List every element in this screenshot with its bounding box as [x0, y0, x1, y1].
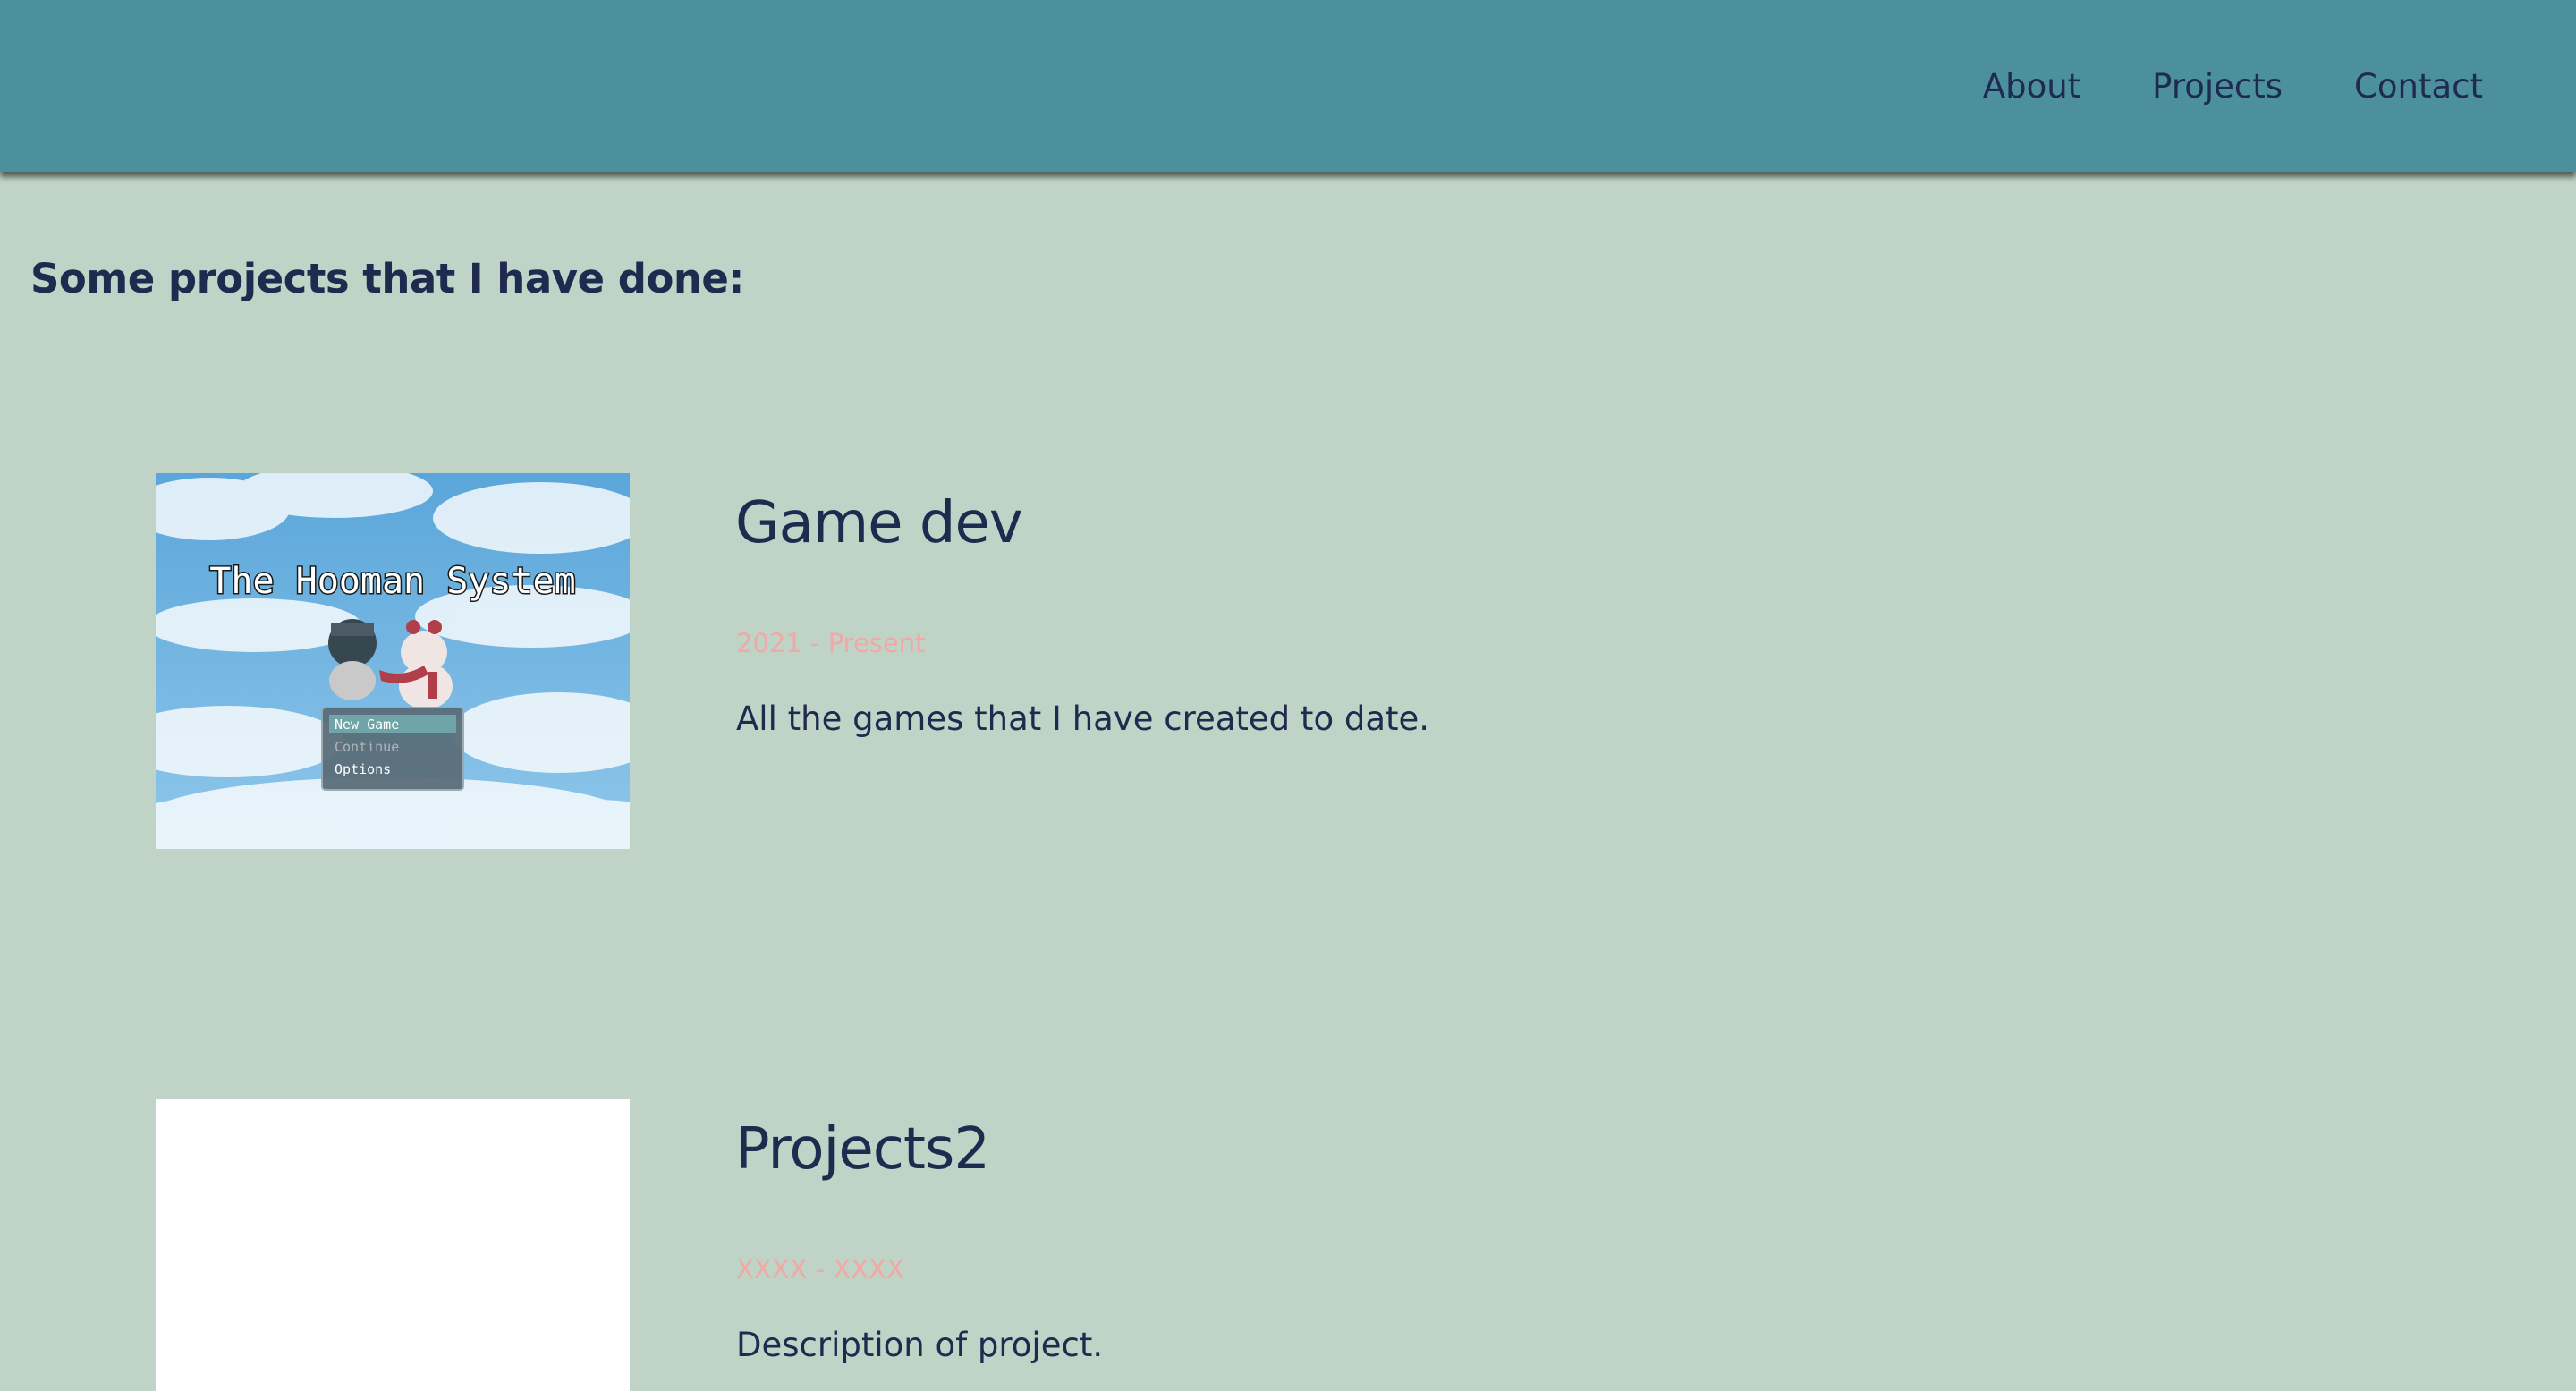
svg-text:Continue: Continue	[335, 739, 399, 755]
project-dates: XXXX - XXXX	[736, 1254, 904, 1285]
project-title[interactable]: Game dev	[735, 490, 1023, 556]
project-description: All the games that I have created to dat…	[736, 700, 1430, 738]
page-heading: Some projects that I have done:	[30, 255, 744, 302]
nav-link-contact[interactable]: Contact	[2354, 67, 2483, 106]
project-description: Description of project.	[736, 1326, 1104, 1364]
main-nav: About Projects Contact	[1983, 0, 2483, 172]
project-thumbnail-placeholder[interactable]	[156, 1099, 630, 1391]
project-dates: 2021 - Present	[736, 628, 926, 658]
game-menu-box: New Game Continue Options	[321, 707, 464, 791]
project-title[interactable]: Projects2	[735, 1116, 990, 1183]
nav-link-projects[interactable]: Projects	[2152, 67, 2283, 106]
svg-text:Options: Options	[335, 761, 391, 777]
project-thumbnail-game-dev[interactable]: The Hooman System New Game Continue Opti…	[156, 473, 630, 849]
nav-link-about[interactable]: About	[1983, 67, 2080, 106]
top-nav-bar: About Projects Contact	[0, 0, 2576, 172]
svg-text:New Game: New Game	[335, 717, 399, 733]
game-title-text: The Hooman System	[209, 561, 575, 602]
